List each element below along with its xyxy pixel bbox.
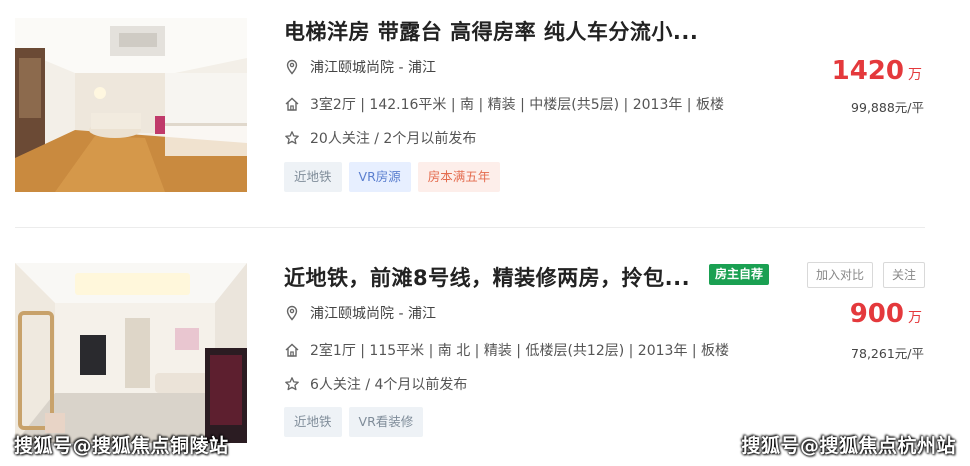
total-price: 900 万: [850, 299, 922, 329]
map-pin-icon: [284, 59, 300, 75]
listing-photo[interactable]: [15, 263, 247, 443]
house-info-row: 2室1厅 | 115平米 | 南 北 | 精装 | 低楼层(共12层) | 20…: [284, 340, 729, 360]
tag-vr: VR房源: [348, 162, 411, 192]
location-link[interactable]: 浦江颐城尚院 - 浦江: [310, 57, 436, 77]
star-icon: [284, 376, 300, 392]
listing-photo[interactable]: [15, 18, 247, 192]
house-icon: [284, 342, 300, 358]
location-row: 浦江颐城尚院 - 浦江: [284, 57, 436, 77]
follow-text: 20人关注 / 2个月以前发布: [310, 131, 477, 147]
price-unit: 万: [908, 310, 922, 326]
follow-row: 20人关注 / 2个月以前发布: [284, 128, 476, 148]
divider: [15, 227, 925, 228]
listing-card: 电梯洋房 带露台 高得房率 纯人车分流小... 浦江颐城尚院 - 浦江 3室2厅…: [0, 0, 970, 228]
tag-near-subway: 近地铁: [284, 407, 342, 437]
location-link[interactable]: 浦江颐城尚院 - 浦江: [310, 303, 436, 323]
follow-button[interactable]: 关注: [883, 262, 926, 288]
unit-price: 99,888元/平: [851, 100, 924, 115]
add-compare-button[interactable]: 加入对比: [807, 262, 874, 288]
map-pin-icon: [284, 305, 300, 321]
follow-text: 6人关注 / 4个月以前发布: [310, 377, 468, 393]
owner-recommend-badge: 房主自荐: [709, 264, 770, 285]
unit-price: 78,261元/平: [851, 346, 924, 361]
house-info-text: 3室2厅 | 142.16平米 | 南 | 精装 | 中楼层(共5层) | 20…: [310, 97, 724, 113]
watermark-left: 搜狐号@搜狐焦点铜陵站: [14, 435, 229, 457]
price-value: 900: [849, 299, 904, 329]
location-row: 浦江颐城尚院 - 浦江: [284, 303, 436, 323]
price-value: 1420: [831, 56, 904, 86]
tag-vr-decoration: VR看装修: [348, 407, 424, 437]
watermark-right: 搜狐号@搜狐焦点杭州站: [741, 435, 956, 457]
tag-five-years: 房本满五年: [417, 162, 501, 192]
tag-near-subway: 近地铁: [284, 162, 342, 192]
listing-title[interactable]: 近地铁，前滩8号线，精装修两房，拎包...: [284, 262, 690, 292]
house-info-row: 3室2厅 | 142.16平米 | 南 | 精装 | 中楼层(共5层) | 20…: [284, 94, 724, 114]
house-icon: [284, 96, 300, 112]
price-unit: 万: [908, 67, 922, 83]
star-icon: [284, 130, 300, 146]
house-info-text: 2室1厅 | 115平米 | 南 北 | 精装 | 低楼层(共12层) | 20…: [310, 343, 730, 359]
listing-title[interactable]: 电梯洋房 带露台 高得房率 纯人车分流小...: [284, 16, 698, 46]
tag-list: 近地铁 VR房源 房本满五年: [284, 162, 501, 192]
follow-row: 6人关注 / 4个月以前发布: [284, 374, 467, 394]
total-price: 1420 万: [832, 56, 922, 86]
tag-list: 近地铁 VR看装修: [284, 407, 424, 437]
